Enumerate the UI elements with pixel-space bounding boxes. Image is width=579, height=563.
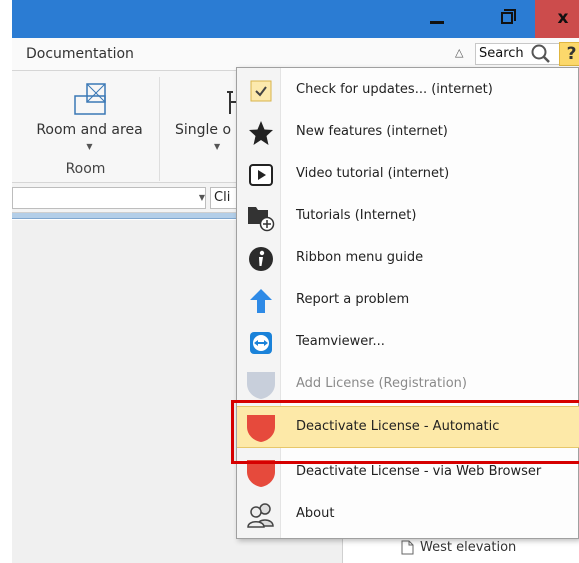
tutorial-folder-icon [245,201,277,233]
menu-item-label: Report a problem [296,292,410,307]
tab-documentation[interactable]: Documentation [26,46,134,62]
room-plan-icon [74,83,106,115]
minimize-icon [430,21,444,24]
menu-item-label: Deactivate License - Automatic [296,419,500,434]
info-icon [245,243,277,275]
menu-item-label: Check for updates... (internet) [296,82,493,97]
restore-icon-front [501,12,513,24]
teamviewer-icon [245,327,277,359]
menu-item-label: New features (internet) [296,124,448,139]
arrow-up-icon [245,285,277,317]
group-label-room: Room [65,161,106,177]
video-play-icon [245,159,277,191]
menu-item-check-updates[interactable]: Check for updates... (internet) [237,70,579,112]
room-and-area-label: Room and area [36,122,143,138]
room-and-area-button[interactable]: Room and area ▼ [27,80,152,151]
checkmark-icon [245,75,277,107]
close-button[interactable]: x [535,0,579,38]
menu-item-new-features[interactable]: New features (internet) [237,112,579,154]
menu-item-label: Video tutorial (internet) [296,166,450,181]
secondary-combo-value: Cli [214,190,231,205]
chevron-down-icon[interactable]: ▼ [195,188,209,208]
menu-item-add-license: Add License (Registration) [237,364,579,406]
help-menu: Check for updates... (internet) New feat… [236,67,579,539]
shield-gray-icon [245,369,277,401]
document-icon [401,540,414,555]
tree-item-west-elevation[interactable]: West elevation [401,540,516,555]
menu-item-tutorials[interactable]: Tutorials (Internet) [237,196,579,238]
shield-red-icon [245,457,277,489]
restore-button[interactable] [485,0,530,38]
star-icon [245,117,277,149]
close-icon: x [557,8,569,28]
menu-item-label: Teamviewer... [296,334,385,349]
collapse-ribbon-icon[interactable]: △ [455,46,463,59]
chevron-down-icon: ▼ [86,142,93,151]
menu-item-video-tutorial[interactable]: Video tutorial (internet) [237,154,579,196]
menu-item-label: About [296,506,335,521]
menu-item-teamviewer[interactable]: Teamviewer... [237,322,579,364]
menu-item-ribbon-guide[interactable]: Ribbon menu guide [237,238,579,280]
view-tab-strip [12,213,242,219]
layer-combo[interactable] [12,187,206,209]
search-icon[interactable] [530,43,552,65]
minimize-button[interactable] [418,0,454,38]
group-separator [159,77,160,181]
menu-item-report-problem[interactable]: Report a problem [237,280,579,322]
menu-item-deactivate-automatic[interactable]: Deactivate License - Automatic [237,406,579,448]
menu-item-label: Tutorials (Internet) [296,208,417,223]
menu-item-label: Deactivate License - via Web Browser [296,464,542,479]
users-icon [245,499,277,531]
menu-item-about[interactable]: About [237,494,579,536]
chevron-down-icon: ▼ [214,142,221,150]
menu-item-deactivate-web[interactable]: Deactivate License - via Web Browser [237,452,579,494]
menu-item-label: Add License (Registration) [296,376,467,391]
tree-item-label: West elevation [420,540,517,555]
shield-red-icon [245,412,277,444]
title-bar: x [12,0,579,38]
help-button[interactable]: ? [559,42,579,66]
single-object-label: Single o [175,122,232,138]
menu-item-label: Ribbon menu guide [296,250,424,265]
